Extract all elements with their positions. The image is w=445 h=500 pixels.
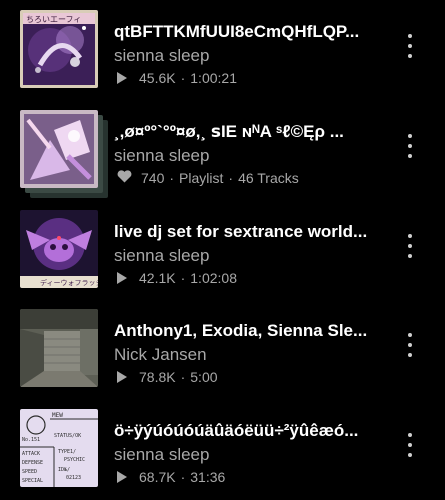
garage-photo-art <box>20 309 98 387</box>
status-text: SPEED <box>22 469 37 475</box>
track-meta: 68.7K · 31:36 <box>117 469 225 485</box>
track-duration: 1:02:08 <box>190 270 237 286</box>
espeon-playlist-art <box>20 110 98 188</box>
playlist-label: Playlist <box>179 170 224 186</box>
track-row[interactable]: ディーウォフラッシ live dj set for sextrance worl… <box>0 200 445 292</box>
separator-dot: · <box>180 369 186 385</box>
track-title[interactable]: ö÷ÿýúóúóúäûäóëüü÷²ÿûêæó... <box>114 421 376 441</box>
more-options-icon[interactable] <box>400 134 420 158</box>
status-text: ATTACK <box>22 451 40 457</box>
playlist-meta: 740 · Playlist · 46 Tracks <box>117 170 299 186</box>
status-text: PSYCHIC <box>64 457 85 463</box>
track-artwork[interactable] <box>20 309 100 389</box>
playlist-title[interactable]: ¸,ø¤º°`°º¤ø,¸ ꜱIE ɴᴺA ˢℓ©Ęρ ... <box>114 122 376 142</box>
track-list: ちろいエーフィ qtBFTTKMfUUI8eCmQHfLQP... sienna… <box>0 0 445 500</box>
track-artist[interactable]: sienna sleep <box>114 46 209 66</box>
card-name: ちろいエーフィ <box>26 15 81 24</box>
track-row[interactable]: ¸,ø¤º°`°º¤ø,¸ ꜱIE ɴᴺA ˢℓ©Ęρ ... sienna s… <box>0 100 445 198</box>
track-title[interactable]: live dj set for sextrance world... <box>114 222 376 242</box>
play-count: 42.1K <box>139 270 176 286</box>
more-options-icon[interactable] <box>400 433 420 457</box>
track-row[interactable]: ちろいエーフィ qtBFTTKMfUUI8eCmQHfLQP... sienna… <box>0 0 445 92</box>
track-meta: 78.8K · 5:00 <box>117 369 218 385</box>
track-artwork[interactable]: MEW No.151 STATUS/OK ATTACK DEFENSE SPEE… <box>20 409 100 489</box>
espeon-card-art: ディーウォフラッシ <box>20 210 98 288</box>
separator-dot: · <box>180 70 186 86</box>
track-title[interactable]: qtBFTTKMfUUI8eCmQHfLQP... <box>114 22 376 42</box>
track-artist[interactable]: sienna sleep <box>114 246 209 266</box>
separator-dot: · <box>180 270 186 286</box>
status-text: STATUS/OK <box>54 433 81 439</box>
track-meta: 45.6K · 1:00:21 <box>117 70 237 86</box>
playlist-artist[interactable]: sienna sleep <box>114 146 209 166</box>
status-text: ID№/ <box>58 467 70 473</box>
play-icon <box>117 72 127 84</box>
track-title[interactable]: Anthony1, Exodia, Sienna Sle... <box>114 321 376 341</box>
status-text: SPECIAL <box>22 478 43 484</box>
track-duration: 31:36 <box>190 469 226 485</box>
play-count: 68.7K <box>139 469 176 485</box>
playlist-artwork[interactable] <box>20 110 108 198</box>
card-name: ディーウォフラッシ <box>40 278 98 287</box>
espeon-card-art: ちろいエーフィ <box>20 10 98 88</box>
status-text: 02123 <box>66 475 81 481</box>
more-options-icon[interactable] <box>400 34 420 58</box>
more-options-icon[interactable] <box>400 333 420 357</box>
status-text: No.151 <box>22 437 40 443</box>
track-row[interactable]: Anthony1, Exodia, Sienna Sle... Nick Jan… <box>0 299 445 391</box>
track-row[interactable]: MEW No.151 STATUS/OK ATTACK DEFENSE SPEE… <box>0 399 445 491</box>
play-icon <box>117 272 127 284</box>
gameboy-status-art: MEW No.151 STATUS/OK ATTACK DEFENSE SPEE… <box>20 409 98 487</box>
heart-icon <box>117 170 132 186</box>
status-text: MEW <box>52 412 63 419</box>
more-options-icon[interactable] <box>400 234 420 258</box>
track-artist[interactable]: sienna sleep <box>114 445 209 465</box>
track-artist[interactable]: Nick Jansen <box>114 345 207 365</box>
track-meta: 42.1K · 1:02:08 <box>117 270 237 286</box>
track-artwork[interactable]: ちろいエーフィ <box>20 10 100 90</box>
separator-dot: · <box>180 469 186 485</box>
separator-dot: · <box>169 170 175 186</box>
track-duration: 1:00:21 <box>190 70 237 86</box>
play-icon <box>117 371 127 383</box>
status-text: TYPE1/ <box>58 449 76 455</box>
play-count: 78.8K <box>139 369 176 385</box>
track-count: 46 Tracks <box>238 170 299 186</box>
play-icon <box>117 471 127 483</box>
status-text: DEFENSE <box>22 460 43 466</box>
play-count: 45.6K <box>139 70 176 86</box>
like-count: 740 <box>141 170 165 186</box>
track-artwork[interactable]: ディーウォフラッシ <box>20 210 100 290</box>
track-duration: 5:00 <box>190 369 218 385</box>
separator-dot: · <box>228 170 234 186</box>
